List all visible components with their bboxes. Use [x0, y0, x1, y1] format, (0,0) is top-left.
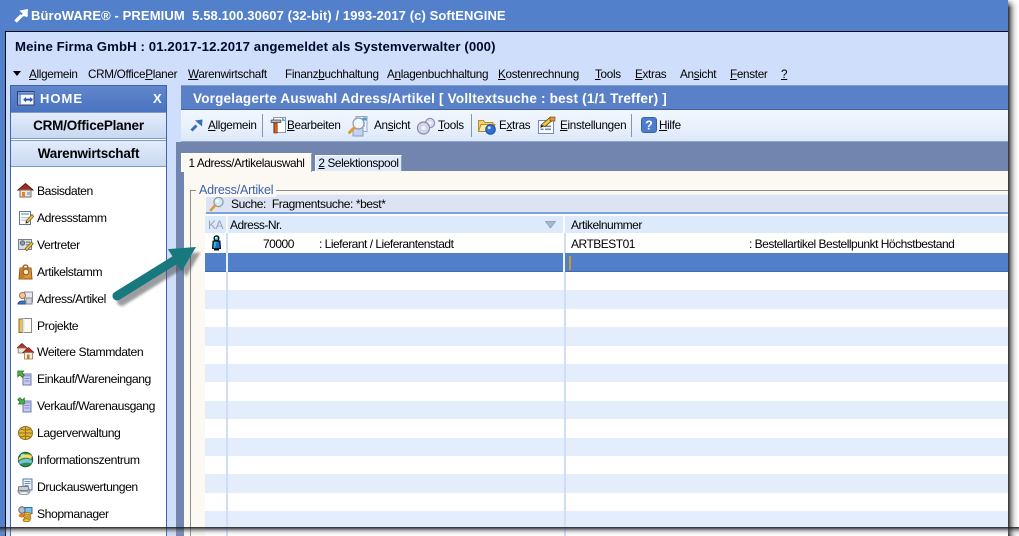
- svg-text:?: ?: [645, 119, 653, 133]
